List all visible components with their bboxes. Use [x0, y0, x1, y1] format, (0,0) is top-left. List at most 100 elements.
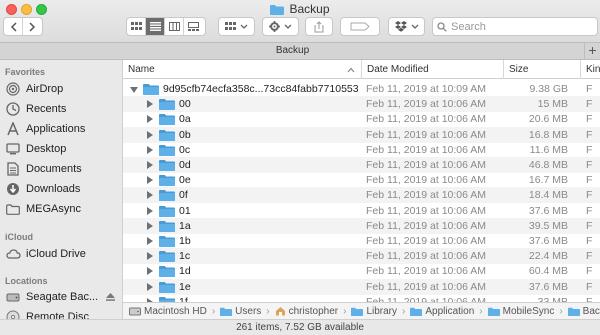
row-size: 9.38 GB — [529, 83, 568, 95]
path-crumb-label: MobileSync — [502, 305, 555, 317]
row-size: 46.8 MB — [528, 159, 568, 171]
table-row[interactable]: 1a Feb 11, 2019 at 10:06 AM 39.5 MB F — [123, 217, 600, 234]
window-title-area: Backup — [0, 2, 600, 18]
row-name: 1b — [179, 235, 191, 247]
icon-view-button[interactable] — [127, 18, 146, 35]
forward-button[interactable] — [23, 18, 42, 35]
row-name: 1e — [179, 280, 191, 293]
row-size: 37.6 MB — [528, 280, 568, 293]
sidebar-item-label: Documents — [26, 163, 82, 175]
back-button[interactable] — [4, 18, 23, 35]
disclosure-closed-icon[interactable] — [147, 267, 153, 276]
tag-icon — [350, 22, 370, 31]
disclosure-closed-icon[interactable] — [147, 206, 153, 215]
action-menu-button[interactable] — [262, 17, 299, 36]
sidebar-item-label: MEGAsync — [26, 203, 82, 215]
table-row[interactable]: 1b Feb 11, 2019 at 10:06 AM 37.6 MB F — [123, 233, 600, 249]
table-row[interactable]: 0c Feb 11, 2019 at 10:06 AM 11.6 MB F — [123, 142, 600, 158]
folder-icon — [567, 307, 580, 316]
table-row[interactable]: 0b Feb 11, 2019 at 10:06 AM 16.8 MB F — [123, 126, 600, 143]
column-header-kind[interactable]: Kind — [580, 60, 600, 79]
share-button[interactable] — [305, 17, 333, 36]
path-crumb-label: Application — [425, 305, 475, 317]
column-header-name[interactable]: Name — [123, 60, 361, 79]
nav-buttons — [3, 17, 43, 36]
disclosure-closed-icon[interactable] — [147, 115, 153, 124]
disclosure-closed-icon[interactable] — [147, 252, 153, 261]
applications-icon — [5, 121, 21, 137]
chevron-right-icon: › — [479, 305, 483, 317]
row-name: 00 — [179, 98, 191, 111]
column-header-size[interactable]: Size — [503, 60, 580, 79]
row-kind: F — [586, 250, 593, 263]
sidebar-item-icloud-drive[interactable]: iCloud Drive — [5, 245, 121, 263]
sidebar-item-desktop[interactable]: Desktop — [5, 140, 121, 158]
column-header-row: Name Date Modified Size Kind — [123, 60, 600, 79]
column-name-label: Name — [128, 64, 155, 75]
disclosure-closed-icon[interactable] — [147, 100, 153, 109]
sidebar-item-documents[interactable]: Documents — [5, 160, 121, 178]
new-tab-button[interactable]: + — [584, 43, 600, 59]
row-kind: F — [586, 189, 593, 202]
disclosure-open-icon[interactable] — [130, 87, 138, 93]
home-icon — [275, 306, 286, 316]
sidebar-section-icloud: iCloud — [5, 232, 33, 242]
table-row[interactable]: 1e Feb 11, 2019 at 10:06 AM 37.6 MB F — [123, 278, 600, 295]
gallery-view-button[interactable] — [184, 18, 203, 35]
drive-icon — [5, 289, 21, 305]
disclosure-closed-icon[interactable] — [147, 130, 153, 139]
grid-icon — [225, 22, 236, 30]
table-row[interactable]: 0d Feb 11, 2019 at 10:06 AM 46.8 MB F — [123, 157, 600, 173]
table-row[interactable]: 0f Feb 11, 2019 at 10:06 AM 18.4 MB F — [123, 187, 600, 204]
path-crumb[interactable]: Backup — [567, 306, 600, 317]
sidebar-item-downloads[interactable]: Downloads — [5, 180, 121, 198]
disclosure-closed-icon[interactable] — [147, 237, 153, 245]
downloads-icon — [5, 181, 21, 197]
sidebar-item-airdrop[interactable]: AirDrop — [5, 80, 121, 98]
disclosure-closed-icon[interactable] — [147, 221, 153, 230]
sidebar-item-label: AirDrop — [26, 83, 64, 95]
dropbox-menu-button[interactable] — [388, 17, 425, 36]
sidebar-item-recents[interactable]: Recents — [5, 100, 121, 118]
sidebar-item-label: Desktop — [26, 143, 67, 155]
sidebar-item-megasync[interactable]: MEGAsync — [5, 200, 121, 218]
edit-tags-button[interactable] — [340, 17, 380, 36]
disclosure-closed-icon[interactable] — [147, 145, 153, 154]
sidebar-item-seagate[interactable]: Seagate Bac... — [5, 288, 121, 306]
path-crumb[interactable]: MobileSync — [487, 305, 555, 317]
row-name: 0c — [179, 143, 191, 156]
disclosure-closed-icon[interactable] — [147, 161, 153, 169]
table-row[interactable]: 1c Feb 11, 2019 at 10:06 AM 22.4 MB F — [123, 248, 600, 265]
sidebar-section-locations: Locations — [5, 276, 48, 286]
path-crumb[interactable]: Users — [220, 306, 261, 317]
column-view-button[interactable] — [165, 18, 184, 35]
row-kind: F — [586, 265, 593, 278]
disclosure-closed-icon[interactable] — [147, 176, 153, 185]
path-crumb[interactable]: Application — [410, 306, 474, 317]
tab-backup[interactable]: Backup — [0, 45, 585, 56]
table-row[interactable]: 0a Feb 11, 2019 at 10:06 AM 20.6 MB F — [123, 111, 600, 127]
path-crumb[interactable]: christopher — [275, 306, 338, 317]
group-by-button[interactable] — [218, 17, 255, 36]
search-field[interactable]: Search — [432, 17, 598, 36]
table-row[interactable]: 0e Feb 11, 2019 at 10:06 AM 16.7 MB F — [123, 172, 600, 188]
row-kind: F — [586, 174, 593, 187]
disclosure-closed-icon[interactable] — [147, 282, 153, 291]
table-row[interactable]: 1f Feb 11, 2019 at 10:06 AM 33 MB F — [123, 294, 600, 302]
table-row[interactable]: 01 Feb 11, 2019 at 10:06 AM 37.6 MB F — [123, 203, 600, 219]
table-row[interactable]: 1d Feb 11, 2019 at 10:06 AM 60.4 MB F — [123, 263, 600, 279]
chevron-down-icon — [411, 24, 418, 29]
hard-drive-icon — [129, 307, 141, 316]
path-crumb[interactable]: Library — [351, 306, 397, 317]
table-row[interactable]: 9d95cfb74ecfa358c...73cc84fabb7710553 Feb… — [123, 81, 600, 97]
list-view-button[interactable] — [146, 18, 165, 35]
sidebar-item-applications[interactable]: Applications — [5, 120, 121, 138]
disclosure-closed-icon[interactable] — [147, 191, 153, 200]
eject-icon[interactable] — [106, 292, 115, 304]
path-crumb[interactable]: Macintosh HD — [129, 306, 207, 317]
status-bar: 261 items, 7.52 GB available — [0, 319, 600, 335]
window-title: Backup — [289, 2, 330, 16]
column-header-date[interactable]: Date Modified — [361, 60, 503, 79]
table-row[interactable]: 00 Feb 11, 2019 at 10:06 AM 15 MB F — [123, 96, 600, 113]
clock-icon — [5, 101, 21, 117]
